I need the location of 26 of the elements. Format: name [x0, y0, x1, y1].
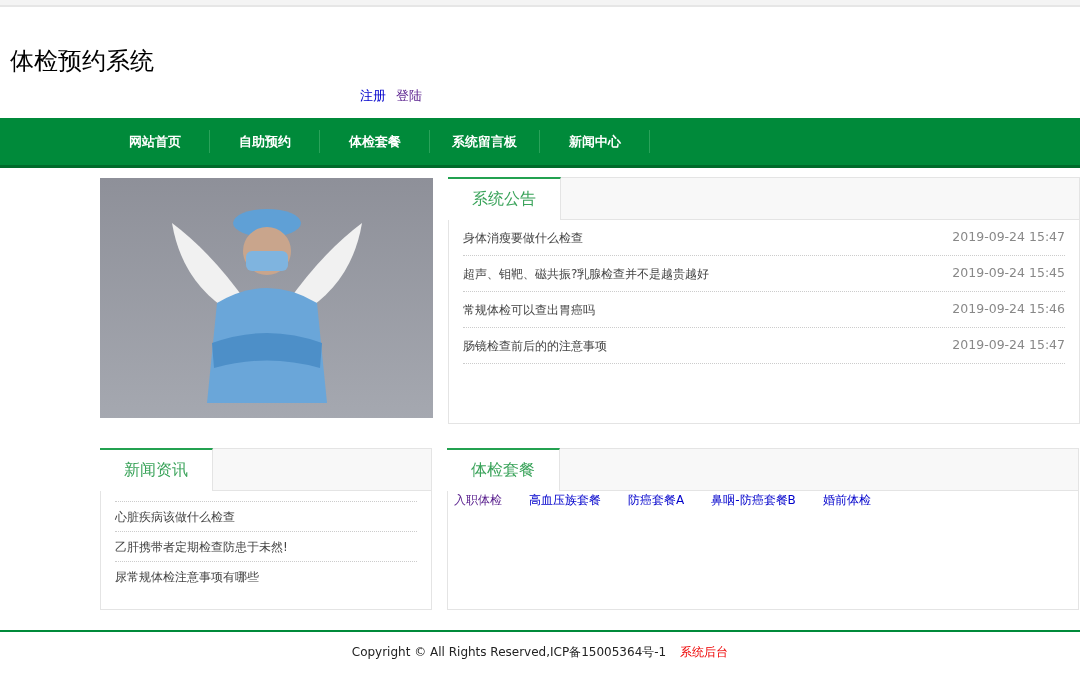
site-title: 体检预约系统: [10, 47, 154, 76]
package-link[interactable]: 入职体检: [454, 491, 502, 509]
header-link[interactable]: 登陆: [396, 86, 422, 106]
notice-time: 2019-09-24 15:47: [952, 336, 1065, 355]
admin-link[interactable]: 系统后台: [680, 645, 729, 659]
notice-time: 2019-09-24 15:46: [952, 300, 1065, 319]
package-link[interactable]: 防癌套餐A: [628, 491, 685, 509]
package-link[interactable]: 鼻咽-防癌套餐B: [711, 491, 796, 509]
notice-link[interactable]: 肠镜检查前后的的注意事项: [463, 336, 607, 355]
copyright-text: Copyright © All Rights Reserved,ICP备15005364号-1: [351, 645, 667, 659]
notice-link[interactable]: 身体消瘦要做什么检查: [463, 228, 583, 247]
package-link[interactable]: 婚前体检: [822, 491, 871, 509]
header-link[interactable]: 注册: [360, 86, 386, 106]
nav-link[interactable]: 自助预约: [210, 130, 320, 153]
nav-link[interactable]: 网站首页: [100, 130, 210, 153]
nav-link[interactable]: 体检套餐: [320, 130, 430, 153]
nav-link[interactable]: 新闻中心: [540, 130, 650, 153]
notice-time: 2019-09-24 15:47: [952, 228, 1065, 247]
news-link[interactable]: 心脏疾病该做什么检查: [115, 501, 417, 531]
news-link[interactable]: 尿常规体检注意事项有哪些: [115, 561, 417, 591]
notice-time: 2019-09-24 15:45: [952, 264, 1065, 283]
notice-link[interactable]: 常规体检可以查出胃癌吗: [463, 300, 595, 319]
news-link[interactable]: 乙肝携带者定期检查防患于未然!: [115, 531, 417, 561]
nav-link[interactable]: 系统留言板: [430, 130, 540, 153]
package-link[interactable]: 高血压族套餐: [529, 491, 601, 509]
notice-link[interactable]: 超声、钼靶、磁共振?乳腺检查并不是越贵越好: [463, 264, 710, 283]
